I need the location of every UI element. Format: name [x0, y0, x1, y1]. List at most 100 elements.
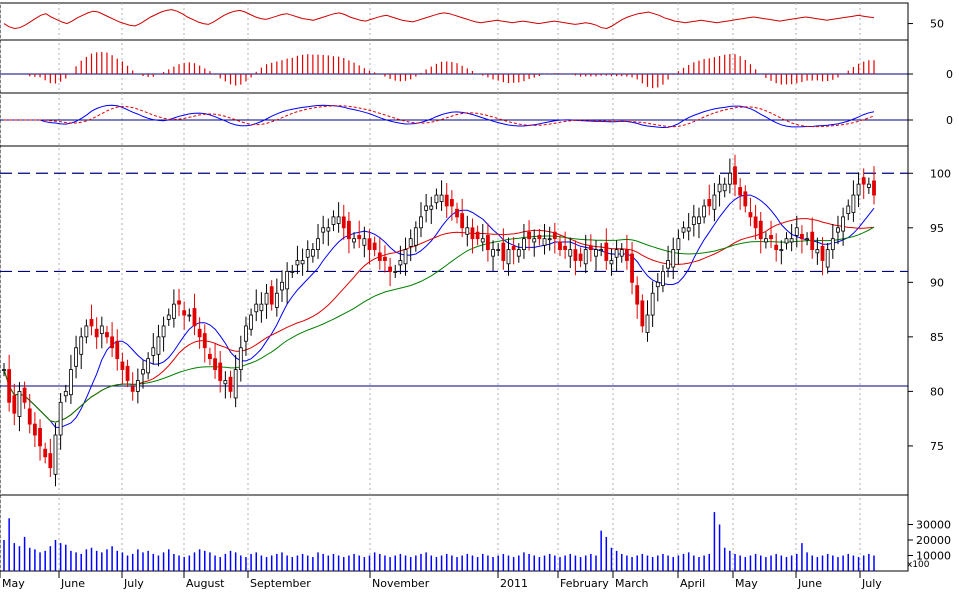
month-label: September [250, 577, 311, 590]
candle-body [856, 183, 861, 196]
candle-body [403, 249, 408, 265]
candle-body [614, 249, 619, 258]
price-y-tick-label: 80 [930, 385, 944, 398]
candle-body [48, 453, 53, 469]
candle-body [244, 325, 248, 342]
candle-body [496, 249, 501, 252]
candle-body [326, 227, 331, 232]
candle-body [295, 260, 300, 266]
chart-background [0, 0, 959, 591]
candle-body [274, 292, 279, 308]
candle-body [300, 260, 305, 265]
candle-body [321, 227, 326, 233]
candle-body [357, 235, 362, 240]
candle-body [516, 249, 521, 257]
candle-body [460, 213, 465, 229]
candle-body [820, 245, 825, 261]
candle-body [419, 216, 423, 229]
candle-body [336, 216, 341, 224]
candle-body [362, 238, 367, 246]
candle-body [676, 238, 681, 251]
candle-body [697, 216, 701, 224]
candle-body [666, 260, 670, 269]
candle-body [861, 177, 866, 185]
candle-body [789, 238, 794, 243]
candle-body [269, 286, 274, 305]
candle-body [573, 249, 578, 261]
candle-body [393, 271, 398, 273]
candle-body [532, 238, 537, 243]
candle-body [815, 249, 820, 254]
month-label: July [123, 577, 144, 590]
candle-body [12, 395, 17, 414]
candle-body [810, 231, 815, 251]
price-y-tick-label: 85 [930, 331, 944, 344]
month-label: May [735, 577, 758, 590]
candle-body [851, 194, 856, 213]
candle-body [388, 266, 392, 272]
candle-body [465, 227, 470, 235]
candle-body [202, 333, 207, 349]
month-label: March [615, 577, 649, 590]
candle-body [733, 166, 737, 185]
candle-body [285, 271, 290, 290]
candle-body [449, 199, 454, 207]
candle-body [805, 238, 809, 241]
candle-body [2, 369, 6, 371]
candle-body [280, 281, 284, 291]
candle-body [352, 238, 356, 243]
candle-body [141, 369, 145, 375]
oscillator-y-tick-label: 0 [946, 114, 953, 127]
candle-body [341, 216, 346, 229]
candle-body [568, 249, 573, 257]
candle-body [424, 205, 429, 211]
candle-body [331, 216, 336, 225]
candle-body [208, 353, 212, 360]
candle-body [743, 191, 748, 207]
candle-body [758, 220, 763, 240]
candle-body [444, 194, 449, 207]
candle-body [588, 245, 593, 251]
candle-body [619, 249, 624, 257]
candle-body [125, 365, 130, 381]
price-y-tick-label: 100 [930, 167, 951, 180]
candle-body [151, 347, 156, 356]
candle-body [223, 380, 228, 385]
candle-body [197, 328, 202, 338]
candle-body [470, 227, 475, 240]
candle-body [717, 183, 722, 193]
candle-body [367, 238, 372, 251]
candle-body [238, 347, 243, 370]
candle-body [599, 249, 604, 252]
price-y-tick-label: 90 [930, 276, 944, 289]
candle-body [146, 358, 151, 374]
candle-body [455, 208, 459, 218]
candle-body [645, 314, 650, 333]
candle-body [542, 238, 547, 246]
candle-body [825, 249, 830, 268]
month-label: June [60, 577, 85, 590]
candle-body [156, 336, 161, 355]
candle-body [511, 245, 516, 251]
candle-body [836, 227, 840, 233]
candle-body [800, 233, 804, 240]
candle-body [527, 231, 531, 240]
candle-body [624, 249, 629, 261]
candle-body [310, 249, 315, 257]
candle-body [738, 187, 743, 196]
candle-body [439, 194, 444, 203]
candle-body [552, 231, 557, 240]
candle-body [830, 238, 835, 251]
candle-body [609, 260, 614, 265]
candle-body [99, 325, 104, 334]
month-label: February [560, 577, 609, 590]
candle-body [671, 249, 676, 268]
month-label: July [861, 577, 882, 590]
candle-body [558, 241, 562, 251]
candle-body [578, 253, 583, 261]
candle-body [506, 249, 511, 265]
candle-body [486, 235, 490, 251]
candle-body [635, 285, 640, 305]
candle-body [89, 319, 94, 327]
candle-body [480, 238, 485, 243]
